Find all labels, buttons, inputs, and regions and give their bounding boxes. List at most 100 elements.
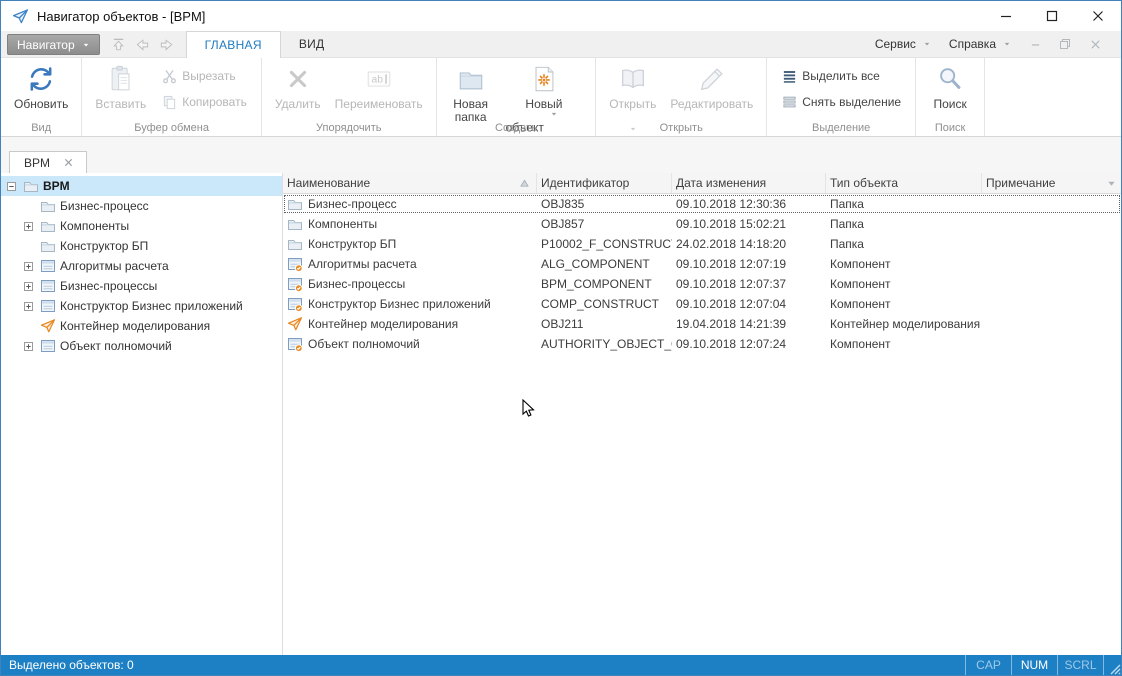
component-icon: [40, 278, 56, 294]
ribbon-tab-home[interactable]: ГЛАВНАЯ: [186, 31, 281, 58]
component-icon: [40, 298, 56, 314]
ribbon-group-caption: Создать: [437, 122, 596, 134]
tree-item[interactable]: Контейнер моделирования: [1, 316, 282, 336]
status-bar: Выделено объектов: 0 CAPNUMSCRL: [1, 655, 1121, 675]
navigate-forward-icon[interactable]: [156, 34, 178, 55]
row-name-label: Конструктор Бизнес приложений: [308, 297, 491, 311]
cell-name: Контейнер моделирования: [283, 314, 537, 334]
column-header-4[interactable]: Примечание: [982, 173, 1121, 193]
close-button[interactable]: [1075, 1, 1121, 31]
cell-identifier: OBJ857: [537, 214, 672, 234]
help-menu[interactable]: Справка: [943, 37, 1017, 51]
tree-item-label: BPM: [43, 179, 70, 193]
new-folder-button-label: Новаяпапка: [453, 98, 488, 124]
row-name-label: Объект полномочий: [308, 337, 420, 351]
component-badge-icon: [287, 276, 303, 292]
ribbon-tab-view[interactable]: ВИД: [281, 31, 343, 57]
delete-button[interactable]: Удалить: [268, 60, 328, 114]
minimize-button[interactable]: [983, 1, 1029, 31]
ribbon-tab-row: Навигатор ГЛАВНАЯ ВИД Сервис Справка: [1, 31, 1121, 58]
paste-icon: [105, 63, 137, 95]
cut-button[interactable]: Вырезать: [157, 66, 251, 86]
chevron-down-icon: [923, 41, 931, 47]
column-header-label: Тип объекта: [830, 176, 898, 190]
document-tab-bpm[interactable]: BPM: [9, 151, 87, 173]
navigator-menu-label: Навигатор: [17, 38, 75, 52]
tree-item-label: Конструктор Бизнес приложений: [60, 299, 243, 313]
tree-item[interactable]: Бизнес-процесс: [1, 196, 282, 216]
copy-button[interactable]: Копировать: [157, 92, 251, 112]
table-row[interactable]: Бизнес-процессыBPM_COMPONENT09.10.2018 1…: [283, 274, 1121, 294]
table-row[interactable]: Объект полномочийAUTHORITY_OBJECT_C...09…: [283, 334, 1121, 354]
tree-item[interactable]: Конструктор Бизнес приложений: [1, 296, 282, 316]
ribbon-tab-home-label: ГЛАВНАЯ: [205, 38, 262, 52]
cell-type: Компонент: [826, 274, 982, 294]
edit-button[interactable]: Редактировать: [663, 60, 760, 114]
search-icon: [934, 63, 966, 95]
open-button-label: Открыть: [609, 98, 656, 111]
mdi-restore-icon[interactable]: [1053, 38, 1077, 50]
search-button[interactable]: Поиск: [922, 60, 978, 114]
select-all-button[interactable]: Выделить все: [777, 66, 905, 86]
tab-close-icon[interactable]: [64, 158, 73, 167]
table-row[interactable]: Конструктор БПP10002_F_CONSTRUCT...24.02…: [283, 234, 1121, 254]
tree-expander-minus[interactable]: [7, 182, 16, 191]
maximize-button[interactable]: [1029, 1, 1075, 31]
open-button[interactable]: Открыть: [602, 60, 663, 151]
rename-icon: ab: [363, 63, 395, 95]
tree-item-label: Бизнес-процессы: [60, 279, 157, 293]
chevron-down-icon: [1003, 41, 1011, 47]
delete-button-label: Удалить: [275, 98, 321, 111]
delete-icon: [282, 63, 314, 95]
navigator-menu-button[interactable]: Навигатор: [7, 34, 100, 55]
tree-expander-plus[interactable]: [24, 302, 33, 311]
ribbon-group-3: Новаяпапка Новыйобъект Создать: [437, 58, 597, 136]
navigate-back-icon[interactable]: [132, 34, 154, 55]
tree-item[interactable]: Алгоритмы расчета: [1, 256, 282, 276]
column-filter-icon: [1107, 179, 1116, 188]
column-header-3[interactable]: Тип объекта: [826, 173, 982, 193]
folder-icon: [23, 178, 39, 194]
table-row[interactable]: Бизнес-процессOBJ83509.10.2018 12:30:36П…: [283, 194, 1121, 214]
cell-identifier: P10002_F_CONSTRUCT...: [537, 234, 672, 254]
container-icon: [40, 318, 56, 334]
table-row[interactable]: Алгоритмы расчетаALG_COMPONENT09.10.2018…: [283, 254, 1121, 274]
refresh-button-label: Обновить: [14, 98, 68, 111]
tree-expander-plus[interactable]: [24, 282, 33, 291]
table-row[interactable]: Конструктор Бизнес приложений COMP_CONSTR…: [283, 294, 1121, 314]
cell-date: 09.10.2018 12:07:04: [672, 294, 826, 314]
refresh-icon: [25, 63, 57, 95]
resize-grip[interactable]: [1103, 655, 1121, 675]
cell-identifier: COMP_CONSTRUCT: [537, 294, 672, 314]
new-object-button[interactable]: Новыйобъект: [499, 60, 590, 149]
rename-button[interactable]: abПереименовать: [328, 60, 430, 114]
navigate-up-icon[interactable]: [108, 34, 130, 55]
column-header-0[interactable]: Наименование: [283, 173, 537, 193]
tree-item[interactable]: Компоненты: [1, 216, 282, 236]
tree-item-label: Алгоритмы расчета: [60, 259, 169, 273]
service-menu[interactable]: Сервис: [869, 37, 937, 51]
cell-note: [982, 274, 1121, 294]
new-folder-button[interactable]: Новаяпапка: [443, 60, 499, 127]
deselect-button[interactable]: Снять выделение: [777, 92, 905, 112]
table-row[interactable]: КомпонентыOBJ85709.10.2018 15:02:21Папка: [283, 214, 1121, 234]
row-name-label: Бизнес-процесс: [308, 197, 397, 211]
tree-item[interactable]: Объект полномочий: [1, 336, 282, 356]
tree-item[interactable]: Бизнес-процессы: [1, 276, 282, 296]
mdi-close-icon[interactable]: [1083, 39, 1107, 50]
refresh-button[interactable]: Обновить: [7, 60, 75, 114]
tree-item[interactable]: BPM: [1, 176, 282, 196]
mdi-minimize-icon[interactable]: [1023, 39, 1047, 50]
cell-type: Папка: [826, 214, 982, 234]
column-header-2[interactable]: Дата изменения: [672, 173, 826, 193]
cell-type: Папка: [826, 234, 982, 254]
ribbon-group-caption: Упорядочить: [262, 122, 436, 134]
tree-item[interactable]: Конструктор БП: [1, 236, 282, 256]
tree-expander-plus[interactable]: [24, 222, 33, 231]
column-header-1[interactable]: Идентификатор: [537, 173, 672, 193]
tree-expander-plus[interactable]: [24, 342, 33, 351]
cell-identifier: ALG_COMPONENT: [537, 254, 672, 274]
paste-button[interactable]: Вставить: [88, 60, 153, 114]
tree-expander-plus[interactable]: [24, 262, 33, 271]
table-row[interactable]: Контейнер моделированияOBJ21119.04.2018 …: [283, 314, 1121, 334]
